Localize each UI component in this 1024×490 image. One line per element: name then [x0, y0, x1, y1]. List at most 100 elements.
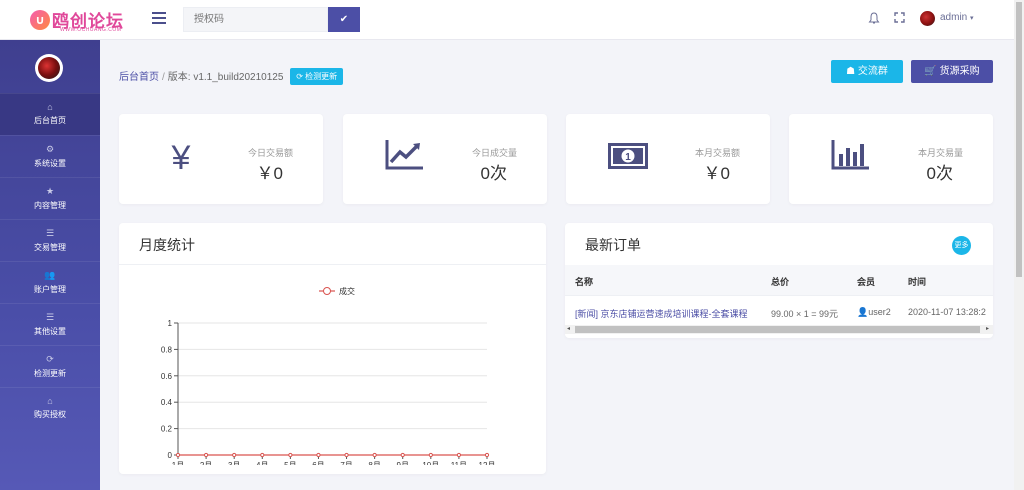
bar-chart-icon	[827, 138, 875, 178]
scroll-right-icon[interactable]: ▸	[986, 325, 989, 332]
sidebar-item-label: 账户管理	[34, 285, 66, 294]
y-tick-label: 0	[168, 451, 173, 460]
column-header: 时间	[908, 277, 927, 287]
more-button[interactable]: 更多	[952, 236, 971, 255]
x-tick-label: 5月	[284, 461, 296, 465]
order-time: 2020-11-07 13:28:2	[908, 307, 986, 317]
latest-orders-panel: 最新订单 更多 名称 总价 会员 时间 [新闻] 京东店铺运营速成培训课程-全套…	[565, 223, 993, 338]
column-header: 总价	[771, 277, 790, 287]
license-code-input[interactable]	[183, 7, 328, 32]
column-header: 会员	[857, 277, 876, 287]
stat-value: 0次	[926, 164, 953, 183]
sidebar-item-1[interactable]: ⚙ 系统设置	[0, 135, 100, 177]
monthly-line-chart: 00.20.40.60.811月2月3月4月5月6月7月8月9月10月11月12…	[161, 286, 496, 465]
scroll-left-icon[interactable]: ◂	[567, 325, 570, 332]
qq-icon: ☗	[846, 66, 856, 77]
data-point	[175, 452, 181, 458]
user-icon: 👤	[857, 307, 869, 317]
table-horizontal-scrollbar[interactable]: ◂ ▸	[565, 325, 993, 334]
data-point	[400, 452, 405, 458]
order-name-link[interactable]: [新闻] 京东店铺运营速成培训课程-全套课程	[575, 307, 748, 320]
admin-name: admin	[940, 12, 968, 23]
data-point	[344, 452, 349, 458]
data-point	[232, 452, 237, 458]
sidebar-item-4[interactable]: 👥 账户管理	[0, 261, 100, 303]
stat-label: 本月交易量	[917, 148, 963, 158]
yen-icon: ¥	[171, 139, 191, 177]
table-row[interactable]: [新闻] 京东店铺运营速成培训课程-全套课程 99.00 × 1 = 99元 👤…	[565, 295, 993, 323]
sidebar: ⌂ 后台首页 ⚙ 系统设置 ★ 内容管理 ☰ 交易管理 👥 账户管理 ☰ 其他设置 ⟳ 检测更新 ⌂ 购买授权	[0, 40, 100, 490]
logo-subtitle: WWW.OCHUANG.COM	[60, 27, 122, 33]
member-name: user2	[868, 307, 891, 317]
refresh-icon: ⟳	[46, 354, 54, 364]
x-tick-label: 2月	[200, 461, 212, 465]
star-icon: ★	[45, 186, 55, 196]
scrollbar-thumb[interactable]	[575, 326, 980, 333]
data-point	[288, 452, 293, 458]
logo-mark-icon: ∪	[30, 10, 50, 30]
line-chart-icon	[381, 138, 429, 178]
sidebar-avatar[interactable]	[35, 54, 63, 82]
data-point	[456, 452, 462, 458]
data-point	[203, 452, 209, 458]
panel-title: 月度统计	[139, 237, 195, 253]
legend-marker	[323, 287, 331, 295]
order-price: 99.00 × 1 = 99元	[771, 309, 839, 319]
breadcrumb-home-link[interactable]: 后台首页	[119, 72, 159, 83]
table-header: 名称 总价 会员 时间	[565, 265, 993, 295]
chat-group-label: 交流群	[857, 66, 888, 77]
orders-table: 名称 总价 会员 时间 [新闻] 京东店铺运营速成培训课程-全套课程 99.00…	[565, 265, 993, 325]
home-icon: ⌂	[47, 396, 53, 406]
top-bar: ∪ 鸥创论坛 WWW.OCHUANG.COM ✔ admin ▾	[0, 0, 1014, 40]
admin-avatar[interactable]	[920, 11, 935, 26]
data-point	[484, 452, 490, 458]
sidebar-item-3[interactable]: ☰ 交易管理	[0, 219, 100, 261]
list-icon: ☰	[45, 312, 55, 322]
stat-value: ￥0	[703, 164, 730, 183]
fullscreen-icon[interactable]	[894, 12, 905, 26]
svg-text:1: 1	[625, 152, 631, 163]
sidebar-item-5[interactable]: ☰ 其他设置	[0, 303, 100, 345]
data-point	[316, 452, 321, 458]
check-icon: ✔	[339, 14, 349, 25]
monthly-stats-panel: 月度统计 00.20.40.60.811月2月3月4月5月6月7月8月9月10月…	[119, 223, 546, 474]
sidebar-item-7[interactable]: ⌂ 购买授权	[0, 387, 100, 429]
list-icon: ☰	[45, 228, 55, 238]
menu-toggle-icon[interactable]	[152, 12, 166, 24]
sidebar-item-label: 后台首页	[34, 116, 66, 125]
x-tick-label: 11月	[451, 461, 467, 465]
sidebar-item-2[interactable]: ★ 内容管理	[0, 177, 100, 219]
page-vertical-scrollbar[interactable]	[1014, 0, 1024, 490]
purchase-button[interactable]: 🛒 货源采购	[911, 60, 993, 83]
x-tick-label: 4月	[256, 461, 268, 465]
logo[interactable]: ∪ 鸥创论坛 WWW.OCHUANG.COM	[30, 6, 130, 34]
sidebar-item-label: 内容管理	[34, 201, 66, 210]
sidebar-item-0[interactable]: ⌂ 后台首页	[0, 93, 100, 135]
y-tick-label: 0.2	[161, 425, 173, 434]
chat-group-button[interactable]: ☗ 交流群	[831, 60, 903, 83]
sidebar-item-6[interactable]: ⟳ 检测更新	[0, 345, 100, 387]
data-point	[260, 452, 265, 458]
order-member: 👤user2	[857, 307, 891, 318]
y-tick-label: 0.4	[161, 398, 173, 407]
caret-down-icon: ▾	[970, 15, 974, 22]
submit-button[interactable]: ✔	[328, 7, 360, 32]
x-tick-label: 1月	[172, 461, 184, 465]
stat-label: 今日交易额	[247, 148, 293, 158]
data-point	[428, 452, 433, 458]
check-update-button[interactable]: ⟳ 检测更新	[290, 67, 344, 85]
bell-icon[interactable]	[868, 12, 880, 28]
scrollbar-thumb[interactable]	[1016, 2, 1022, 277]
stat-value: ￥0	[256, 164, 283, 183]
x-tick-label: 10月	[422, 461, 439, 465]
x-tick-label: 9月	[397, 461, 409, 465]
sidebar-item-label: 交易管理	[34, 243, 66, 252]
legend-label: 成交	[339, 286, 355, 296]
panel-title: 最新订单	[585, 237, 641, 253]
admin-menu[interactable]: admin ▾	[940, 12, 974, 23]
home-icon: ⌂	[47, 102, 53, 112]
version-text: 版本: v1.1_build20210125	[167, 72, 284, 83]
sidebar-item-label: 其他设置	[34, 327, 66, 336]
breadcrumb: 后台首页 / 版本: v1.1_build20210125 ⟳ 检测更新	[119, 67, 344, 86]
x-tick-label: 8月	[368, 461, 380, 465]
